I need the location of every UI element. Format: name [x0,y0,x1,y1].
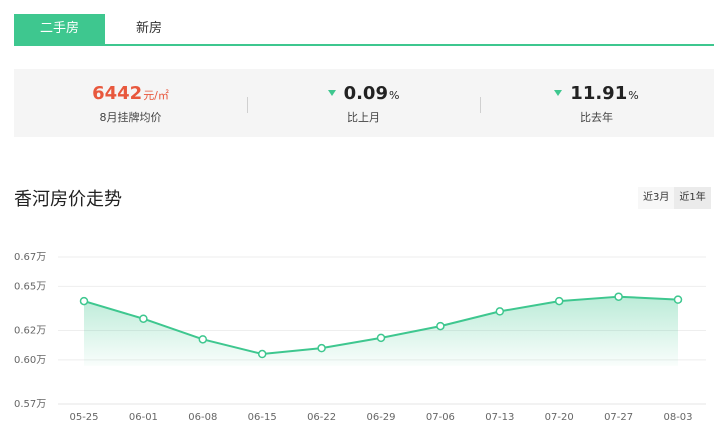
price-trend-chart: 05-25 06-01 06-08 06-15 06-22 06-29 07-06 07-13… [14,252,706,423]
data-point [376,333,386,343]
x-tick-label: 06-22 [307,412,336,423]
average-price-value: 6442 [92,83,143,104]
stat-year-change: 11.91% 比去年 [480,69,713,137]
data-point [554,296,564,306]
data-point [673,295,683,304]
year-change-value: 11.91 [570,83,628,104]
x-tick-label: 06-29 [366,412,395,423]
price-stats-panel: 6442 元/㎡ 8月挂牌均价 0.09% 比上月 11.91% 比去年 [14,69,714,137]
range-toggle: 近3月 近1年 [638,187,711,209]
data-point [79,296,89,306]
x-tick-label: 05-25 [69,412,98,423]
range-1-year-button[interactable]: 近1年 [674,187,711,209]
listing-type-tabs: 二手房 新房 [14,14,714,46]
x-tick-label: 06-08 [188,412,217,423]
month-change-unit: % [388,89,400,102]
x-tick-label: 08-03 [663,412,692,423]
down-arrow-icon [327,90,336,96]
data-point [317,343,326,353]
stat-month-change: 0.09% 比上月 [247,69,480,137]
x-tick-label: 06-01 [129,412,158,423]
series-area [84,296,678,366]
y-tick-label: 0.65万 [14,281,46,292]
chart-section-title: 香河房价走势 [14,189,122,210]
month-change-label: 比上月 [347,111,380,124]
data-point [495,307,505,316]
tab-second-hand[interactable]: 二手房 [14,14,105,44]
data-point [614,292,623,301]
x-tick-label: 07-20 [545,412,574,423]
y-tick-label: 0.67万 [14,252,46,263]
year-change-label: 比去年 [580,111,613,124]
x-tick-label: 07-13 [485,412,514,423]
x-tick-label: 06-15 [248,412,277,423]
stat-average-price: 6442 元/㎡ 8月挂牌均价 [14,69,247,137]
y-tick-label: 0.57万 [14,399,46,410]
x-tick-label: 07-27 [604,412,633,423]
average-price-unit: 元/㎡ [143,89,169,102]
range-3-months-button[interactable]: 近3月 [638,187,675,209]
down-arrow-icon [554,90,563,96]
average-price-label: 8月挂牌均价 [99,111,162,124]
x-tick-label: 07-06 [426,412,455,423]
y-tick-label: 0.62万 [14,326,46,337]
data-point [198,335,208,344]
data-point [436,321,445,331]
year-change-unit: % [628,89,639,102]
month-change-value: 0.09 [343,83,388,104]
y-tick-label: 0.60万 [14,355,46,366]
data-point [139,314,148,323]
tab-new-homes[interactable]: 新房 [105,14,193,44]
data-point [257,349,267,359]
